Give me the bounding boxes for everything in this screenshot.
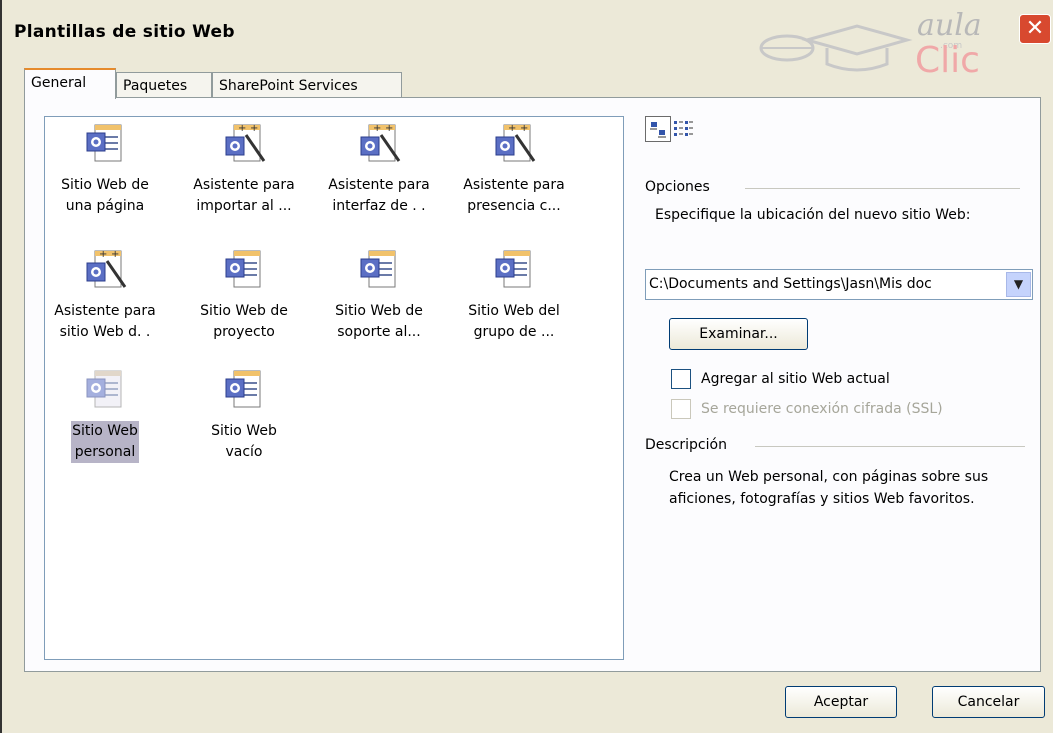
template-item[interactable]: + + Asistente para importar al ... [176,121,312,217]
web-page-icon [86,370,122,408]
description-divider [755,446,1025,447]
template-label-line1: Sitio Web [72,423,138,439]
template-label-line1: Sitio Web del [468,303,560,319]
ssl-label: Se requiere conexión cifrada (SSL) [701,401,943,417]
template-label-line1: Asistente para [54,303,156,319]
web-page-icon [225,370,261,408]
details-view-button[interactable] [671,116,697,142]
template-label-line1: Asistente para [193,177,295,193]
template-item[interactable]: Sitio Web de una página [37,121,173,217]
templates-list[interactable]: Sitio Web de una página + + Asistente para… [44,116,624,660]
web-page-icon [495,250,531,288]
large-icons-icon [650,122,666,138]
template-item[interactable]: Sitio Web vacío [176,367,312,463]
svg-text:+: + [508,123,516,134]
svg-text:+: + [373,123,381,134]
template-label-line1: Asistente para [328,177,430,193]
template-label-line1: Sitio Web de [200,303,288,319]
description-text: Crea un Web personal, con páginas sobre … [669,469,989,507]
svg-text:+: + [385,123,393,134]
logo-aula-text: aula [917,8,982,43]
title-bar[interactable]: Plantillas de sitio Web aula .com Clic ✕ [2,0,1053,81]
general-tab-panel: Sitio Web de una página + + Asistente para… [24,97,1041,672]
templates-dialog: Plantillas de sitio Web aula .com Clic ✕… [0,0,1053,733]
ok-button[interactable]: Aceptar [785,686,897,718]
dialog-title: Plantillas de sitio Web [14,22,235,42]
location-value: C:\Documents and Settings\Jasn\Mis doc [649,276,932,292]
svg-text:+: + [238,123,246,134]
svg-text:+: + [250,123,258,134]
template-label-line2: sitio Web d. . [59,324,151,340]
tab-general[interactable]: General [24,68,116,99]
svg-text:+: + [111,249,119,260]
template-item[interactable]: + + Asistente para sitio Web d. . [37,247,173,343]
wizard-icon: + + [360,123,401,162]
wizard-icon: + + [495,123,536,162]
template-label-line2: soporte al... [337,324,421,340]
options-group-label: Opciones [645,179,710,195]
logo-clic-text: Clic [915,40,980,81]
template-label-line2: grupo de ... [473,324,555,340]
template-item[interactable]: Sitio Web del grupo de ... [446,247,582,343]
add-to-current-site-checkbox[interactable] [671,369,691,389]
template-label-line2: importar al ... [196,198,292,214]
template-item-selected[interactable]: Sitio Web personal [37,367,173,463]
template-label-line2: presencia c... [467,198,561,214]
template-label-line1: Sitio Web [211,423,277,439]
template-item[interactable]: Sitio Web de soporte al... [311,247,447,343]
web-page-icon [86,124,122,162]
mortarboard-mouse-icon [759,24,913,72]
template-label-line1: Sitio Web de [335,303,423,319]
web-page-icon [225,250,261,288]
ssl-checkbox [671,399,691,419]
browse-button[interactable]: Examinar... [669,318,808,350]
location-prompt: Especifique la ubicación del nuevo sitio… [655,207,971,223]
template-label-line2: proyecto [213,324,275,340]
template-item[interactable]: + + Asistente para presencia c... [446,121,582,217]
template-label-line1: Sitio Web de [61,177,149,193]
template-label-line1: Asistente para [463,177,565,193]
template-item[interactable]: + + Asistente para interfaz de . . [311,121,447,217]
web-page-icon [360,250,396,288]
wizard-icon: + + [225,123,266,162]
large-icons-view-button[interactable] [645,116,671,142]
tab-paquetes[interactable]: Paquetes [116,72,212,98]
template-item[interactable]: Sitio Web de proyecto [176,247,312,343]
options-pane: Opciones Especifique la ubicación del nu… [645,98,1040,671]
close-button[interactable]: ✕ [1019,14,1051,44]
add-to-current-site-label: Agregar al sitio Web actual [701,371,890,387]
details-list-icon [674,121,693,136]
svg-text:+: + [520,123,528,134]
template-label-line2: interfaz de . . [332,198,426,214]
template-label-line2: una página [65,198,145,214]
cancel-button[interactable]: Cancelar [932,686,1045,718]
description-group-label: Descripción [645,437,727,453]
wizard-icon: + + [86,249,127,288]
location-combobox[interactable]: C:\Documents and Settings\Jasn\Mis doc ▼ [645,269,1033,300]
svg-text:+: + [99,249,107,260]
chevron-down-icon[interactable]: ▼ [1006,272,1031,297]
close-icon: ✕ [1025,16,1045,41]
options-divider [745,188,1020,189]
template-label-line2: personal [74,444,136,460]
aulaclic-logo: aula .com Clic [747,8,997,81]
template-label-line2: vacío [225,444,263,460]
tab-sharepoint-services[interactable]: SharePoint Services [212,72,402,98]
